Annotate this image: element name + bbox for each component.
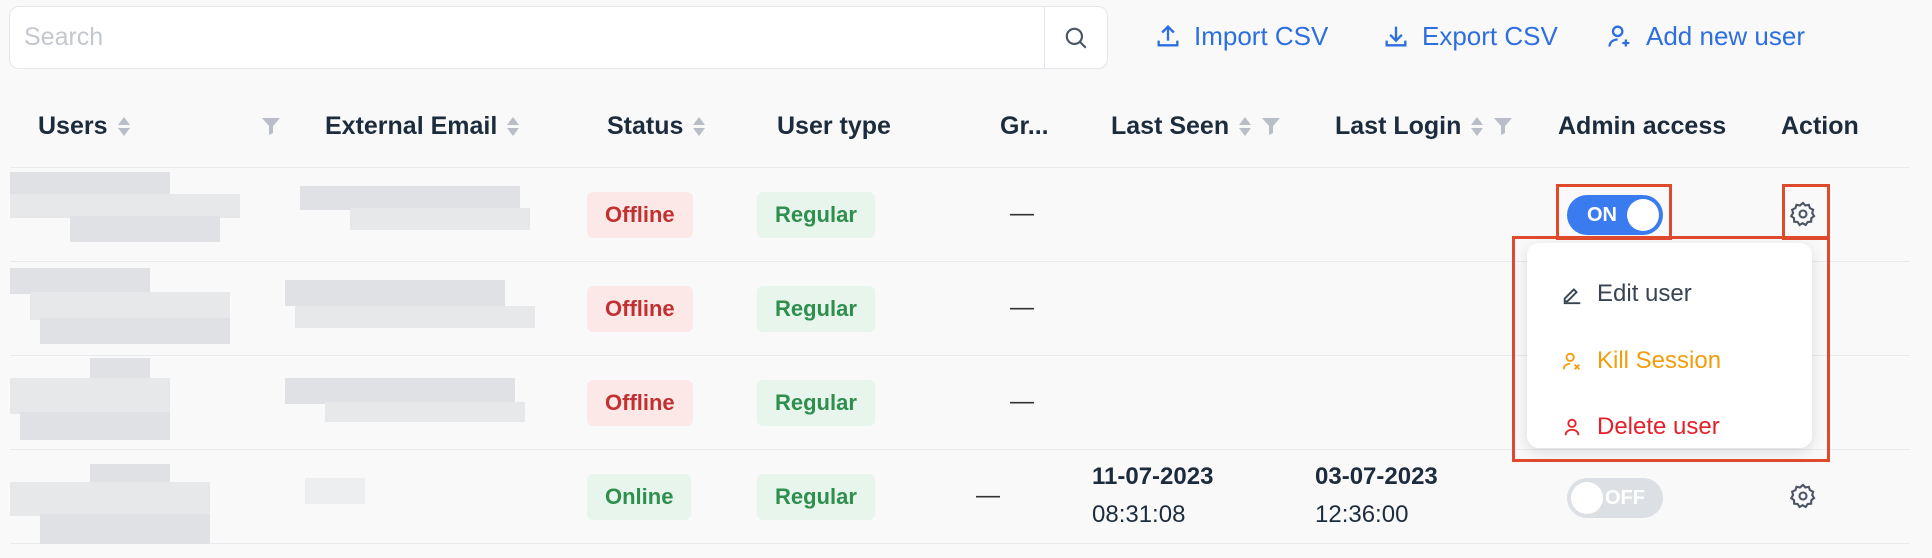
search-box [9,6,1108,69]
import-csv-button[interactable]: Import CSV [1154,16,1328,56]
export-csv-button[interactable]: Export CSV [1382,16,1558,56]
column-header-status[interactable]: Status [607,84,706,168]
add-new-user-button[interactable]: Add new user [1606,16,1805,56]
column-header-label: Status [607,111,684,140]
table-header: Users External Email Status User type Gr… [10,84,1910,168]
user-type-badge: Regular [757,286,875,332]
groups-value: — [1010,294,1034,321]
sort-icon[interactable] [1471,116,1484,136]
column-header-external-email[interactable]: External Email [325,84,520,168]
last-seen-time: 08:31:08 [1092,501,1186,528]
gear-icon[interactable] [1789,482,1817,510]
last-login-value: 03-07-2023 12:36:00 [1315,458,1438,534]
add-new-user-label: Add new user [1646,20,1805,51]
groups-value: — [1010,388,1034,415]
filter-icon[interactable] [261,116,281,136]
column-header-last-seen[interactable]: Last Seen [1111,84,1281,168]
toggle-knob [1571,482,1603,514]
user-type-badge: Regular [757,380,875,426]
admin-access-toggle[interactable]: OFF [1567,478,1663,518]
search-button[interactable] [1044,7,1107,68]
column-header-label: Users [38,111,108,140]
user-type-badge: Regular [757,192,875,238]
last-seen-value: 11-07-2023 08:31:08 [1092,458,1213,534]
column-header-label: Action [1781,111,1859,140]
download-icon [1385,26,1407,47]
highlight-admin-toggle [1556,184,1672,240]
filter-icon[interactable] [1493,116,1513,136]
groups-value: — [976,482,1000,509]
column-header-groups: Gr... [1000,84,1049,168]
column-header-label: User type [777,111,891,140]
status-badge: Offline [587,286,693,332]
column-header-label: External Email [325,111,498,140]
status-badge: Online [587,474,692,520]
last-seen-date: 11-07-2023 [1092,463,1214,490]
status-badge: Offline [587,380,693,426]
highlight-action-menu [1512,236,1830,462]
sort-icon[interactable] [1239,116,1252,136]
column-header-label: Gr... [1000,111,1049,140]
sort-icon[interactable] [693,116,706,136]
column-header-action: Action [1781,84,1859,168]
last-login-time: 12:36:00 [1315,501,1409,528]
user-add-icon [1608,25,1630,47]
status-badge: Offline [587,192,693,238]
export-csv-label: Export CSV [1422,20,1558,51]
column-header-users[interactable]: Users [38,84,130,168]
sort-icon[interactable] [507,116,520,136]
column-header-label: Last Login [1335,111,1462,140]
table-row: Online Regular — 11-07-2023 08:31:08 03-… [10,450,1910,544]
import-csv-label: Import CSV [1194,20,1329,51]
sort-icon[interactable] [117,116,130,136]
column-header-user-type: User type [777,84,891,168]
last-login-date: 03-07-2023 [1315,463,1438,490]
column-header-last-login[interactable]: Last Login [1335,84,1513,168]
column-header-admin-access: Admin access [1558,84,1726,168]
filter-icon[interactable] [1261,116,1281,136]
toolbar: Import CSV Export CSV Add new user [0,0,1932,74]
search-input[interactable] [10,7,1044,68]
search-icon [1065,27,1087,49]
column-header-label: Last Seen [1111,111,1230,140]
column-header-label: Admin access [1558,111,1727,140]
user-type-badge: Regular [757,474,875,520]
highlight-gear-button [1782,184,1830,240]
toggle-label: OFF [1605,486,1645,509]
groups-value: — [1010,200,1034,227]
upload-icon [1157,25,1179,47]
